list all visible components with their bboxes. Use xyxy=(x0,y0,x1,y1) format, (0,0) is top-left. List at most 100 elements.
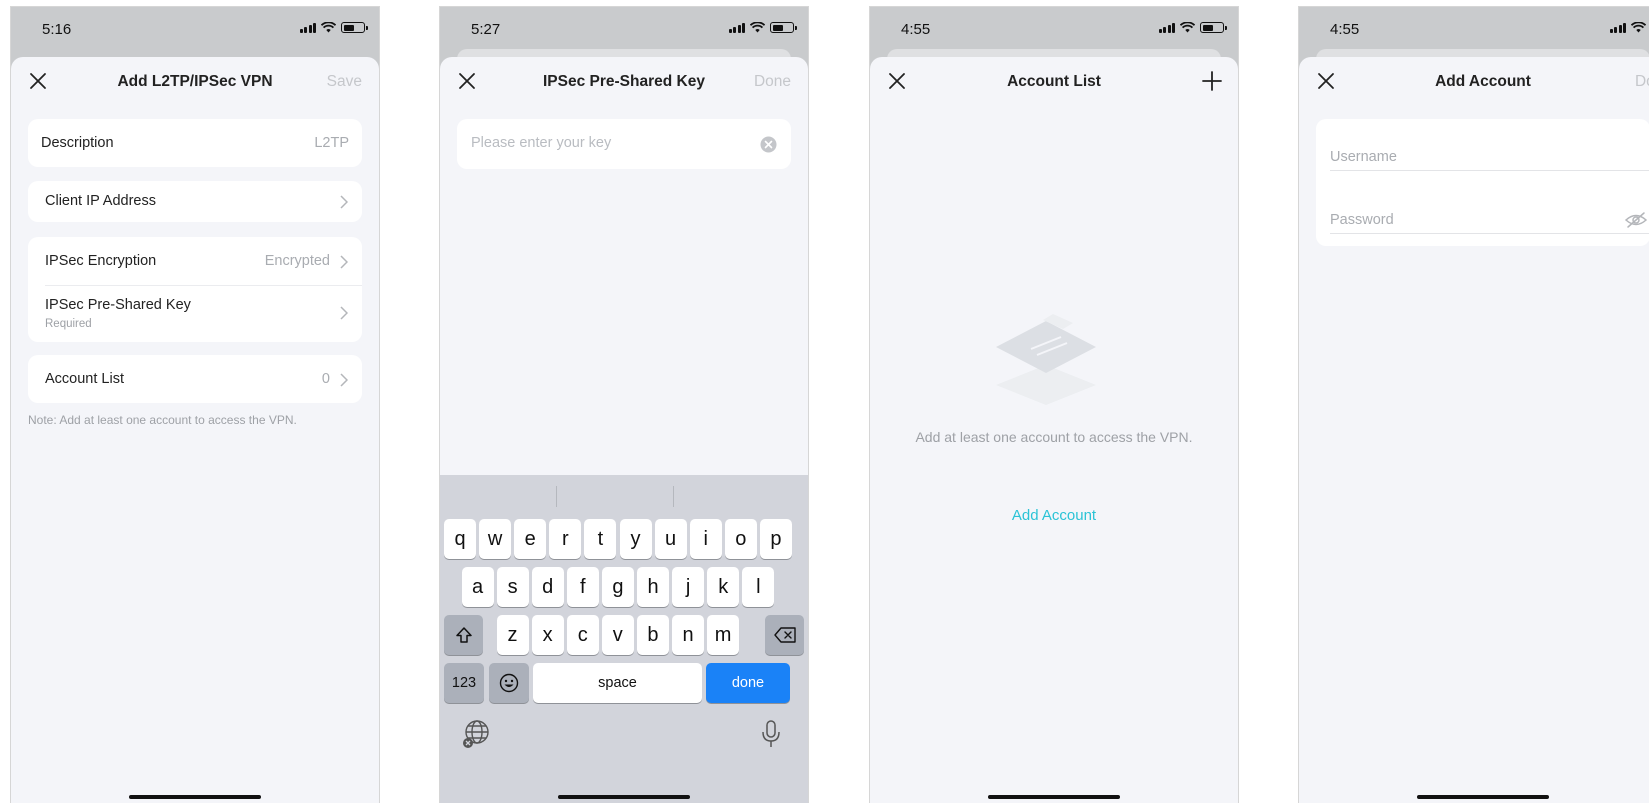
key-o[interactable]: o xyxy=(724,519,757,559)
home-indicator[interactable] xyxy=(988,795,1120,799)
globe-icon[interactable] xyxy=(461,719,491,749)
screen-psk: 5:27 IPSec Pre-Shared Key Done Please en… xyxy=(439,6,809,803)
password-field[interactable]: Password xyxy=(1330,212,1394,228)
signal-icon xyxy=(1158,22,1175,33)
eye-off-icon[interactable] xyxy=(1625,211,1647,229)
key-q[interactable]: q xyxy=(444,519,476,559)
empty-state-text: Add at least one account to access the V… xyxy=(915,429,1193,445)
client-ip-row[interactable]: Client IP Address xyxy=(28,181,362,222)
nav-bar: Add L2TP/IPSec VPN Save xyxy=(11,57,379,107)
microphone-icon[interactable] xyxy=(761,720,781,748)
chevron-right-icon xyxy=(340,255,348,269)
page-title: Add Account xyxy=(1435,73,1531,90)
numbers-key[interactable]: 123 xyxy=(444,663,484,703)
ipsec-encryption-value: Encrypted xyxy=(264,253,330,269)
status-time: 4:55 xyxy=(901,21,931,38)
divider xyxy=(45,285,362,286)
account-list-label: Account List xyxy=(45,371,124,387)
key-r[interactable]: r xyxy=(549,519,582,559)
status-time: 5:16 xyxy=(42,21,72,38)
space-key[interactable]: space xyxy=(533,663,702,703)
key-l[interactable]: l xyxy=(742,567,775,607)
ipsec-group: IPSec Encryption Encrypted IPSec Pre-Sha… xyxy=(28,237,362,342)
status-bar: 4:55 xyxy=(870,7,1238,51)
account-list-row[interactable]: Account List 0 xyxy=(28,355,362,403)
key-k[interactable]: k xyxy=(707,567,740,607)
backspace-key[interactable] xyxy=(765,615,804,655)
key-y[interactable]: y xyxy=(619,519,652,559)
key-j[interactable]: j xyxy=(672,567,705,607)
status-time: 4:55 xyxy=(1330,21,1360,38)
clear-icon[interactable] xyxy=(760,136,777,153)
key-a[interactable]: a xyxy=(461,567,494,607)
ipsec-psk-label: IPSec Pre-Shared Key xyxy=(45,297,191,313)
status-bar: 5:16 xyxy=(11,7,379,51)
home-indicator[interactable] xyxy=(1417,795,1549,799)
username-field[interactable]: Username xyxy=(1330,149,1397,165)
status-time: 5:27 xyxy=(471,21,501,38)
key-d[interactable]: d xyxy=(531,567,564,607)
key-g[interactable]: g xyxy=(601,567,634,607)
description-label: Description xyxy=(41,135,114,151)
sheet: Account List Add at least one account to… xyxy=(870,57,1238,803)
battery-icon xyxy=(1200,22,1227,33)
key-n[interactable]: n xyxy=(672,615,704,655)
key-z[interactable]: z xyxy=(496,615,529,655)
chevron-right-icon xyxy=(340,373,348,387)
key-u[interactable]: u xyxy=(654,519,687,559)
divider xyxy=(1330,170,1649,171)
screen-add-vpn: 5:16 Add L2TP/IPSec VPN Save Description… xyxy=(10,6,380,803)
key-h[interactable]: h xyxy=(637,567,669,607)
key-v[interactable]: v xyxy=(601,615,634,655)
screen-add-account: 4:55 Add Account Done Username Password xyxy=(1298,6,1649,803)
plus-icon[interactable] xyxy=(1202,71,1222,91)
keyboard: qwertyuiop asdfghjkl zxcvbnm 123 space d… xyxy=(440,475,808,803)
shift-key[interactable] xyxy=(444,615,483,655)
done-button[interactable]: Done xyxy=(1635,73,1649,91)
page-title: Add L2TP/IPSec VPN xyxy=(117,73,273,90)
key-s[interactable]: s xyxy=(496,567,529,607)
account-form: Username Password xyxy=(1316,119,1649,246)
key-m[interactable]: m xyxy=(707,615,740,655)
nav-bar: IPSec Pre-Shared Key Done xyxy=(440,57,808,107)
wifi-icon xyxy=(321,22,336,33)
sheet: Add L2TP/IPSec VPN Save Description L2TP… xyxy=(11,57,379,803)
page-title: IPSec Pre-Shared Key xyxy=(543,73,705,90)
key-b[interactable]: b xyxy=(636,615,669,655)
wifi-icon xyxy=(1631,22,1646,33)
description-field[interactable]: Description L2TP xyxy=(28,119,362,167)
key-p[interactable]: p xyxy=(759,519,792,559)
done-button[interactable]: Done xyxy=(754,73,791,91)
nav-bar: Account List xyxy=(870,57,1238,107)
page-title: Account List xyxy=(1007,73,1101,90)
account-count: 0 xyxy=(321,371,330,387)
chevron-right-icon xyxy=(340,306,348,320)
home-indicator[interactable] xyxy=(129,795,261,799)
key-input[interactable]: Please enter your key xyxy=(457,119,791,169)
key-t[interactable]: t xyxy=(584,519,617,559)
client-ip-label: Client IP Address xyxy=(45,193,156,209)
ipsec-encryption-label: IPSec Encryption xyxy=(45,253,157,269)
wifi-icon xyxy=(750,22,765,33)
note-text: Note: Add at least one account to access… xyxy=(28,413,297,427)
ipsec-psk-required: Required xyxy=(45,318,92,330)
key-e[interactable]: e xyxy=(514,519,547,559)
emoji-key[interactable] xyxy=(489,663,529,703)
home-indicator[interactable] xyxy=(558,795,690,799)
emoji-icon xyxy=(499,673,519,693)
save-button[interactable]: Save xyxy=(327,73,362,91)
keyboard-done-key[interactable]: done xyxy=(706,663,790,703)
key-w[interactable]: w xyxy=(479,519,512,559)
backspace-icon xyxy=(773,627,796,643)
key-x[interactable]: x xyxy=(531,615,564,655)
key-f[interactable]: f xyxy=(566,567,599,607)
key-i[interactable]: i xyxy=(689,519,722,559)
add-account-link[interactable]: Add Account xyxy=(870,507,1238,524)
divider xyxy=(1330,233,1649,234)
empty-list-icon xyxy=(996,314,1096,405)
screen-account-list: 4:55 Account List Add at least one accou… xyxy=(869,6,1239,803)
status-bar: 5:27 xyxy=(440,7,808,51)
description-value: L2TP xyxy=(314,135,349,151)
shift-icon xyxy=(455,627,472,643)
key-c[interactable]: c xyxy=(566,615,599,655)
